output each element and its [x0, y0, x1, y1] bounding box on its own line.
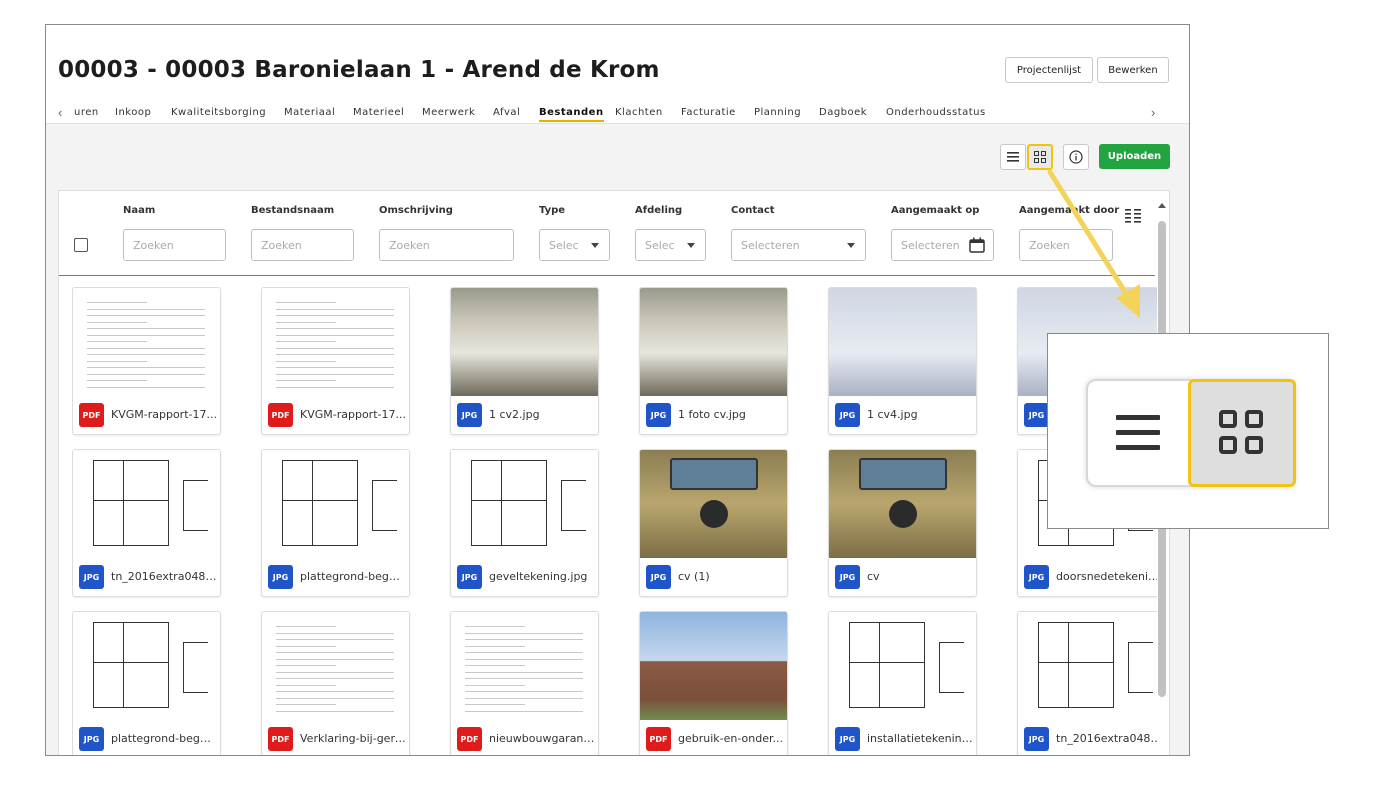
list-icon: [1116, 415, 1160, 450]
zoom-grid-button: [1188, 379, 1296, 487]
zoom-callout: [1047, 333, 1329, 529]
grid-icon: [1219, 410, 1263, 454]
